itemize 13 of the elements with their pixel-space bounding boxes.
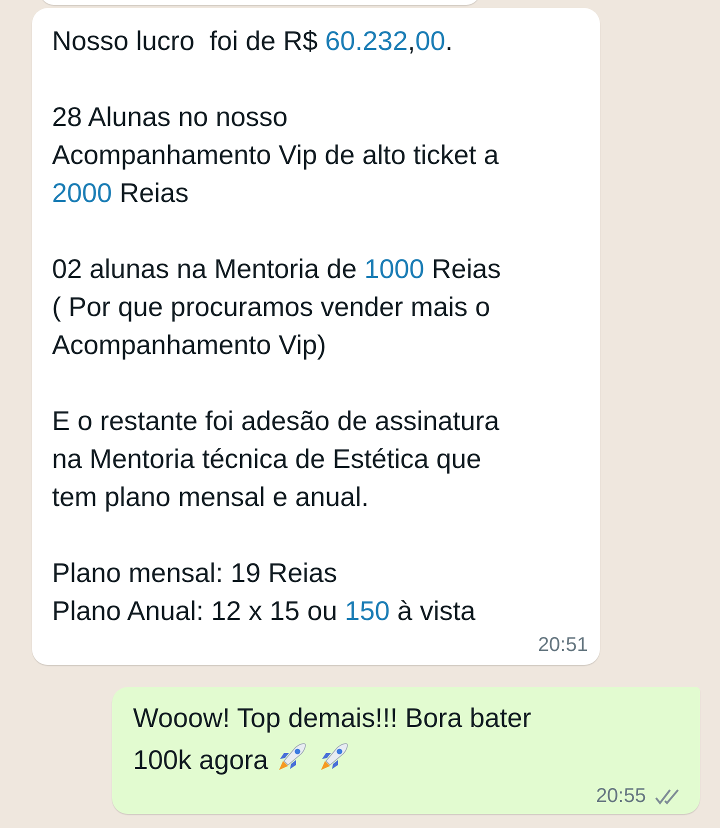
number-link[interactable]: 2000	[52, 178, 112, 208]
number-link[interactable]: 00	[415, 26, 446, 56]
message-text: 28 Alunas no nosso Acompanhamento Vip de alto ticket a 2000 Reias	[52, 101, 500, 210]
message-text: 02 alunas na Mentoria de 1000 Reias ( Por que procuramos vender mais o Acompanhamento Vip)	[52, 253, 502, 362]
message-time: 20:55	[596, 785, 646, 808]
message-text: Nosso lucro foi de R$ 60.232,00.	[52, 25, 454, 58]
message-time: 20:51	[538, 634, 588, 657]
message-text: Wooow! Top demais!!! Bora bater 100k agora	[133, 702, 532, 777]
number-link[interactable]: 1000	[364, 254, 424, 284]
message-text: Plano mensal: 19 Reias Plano Anual: 12 x 15 ou 150 à vista	[52, 557, 476, 628]
number-link[interactable]: 150	[344, 596, 390, 626]
message-text: E o restante foi adesão de assinatura na Mentoria técnica de Estética que tem plano mensal e anual.	[52, 405, 500, 514]
number-link[interactable]: 60.232	[325, 26, 408, 56]
